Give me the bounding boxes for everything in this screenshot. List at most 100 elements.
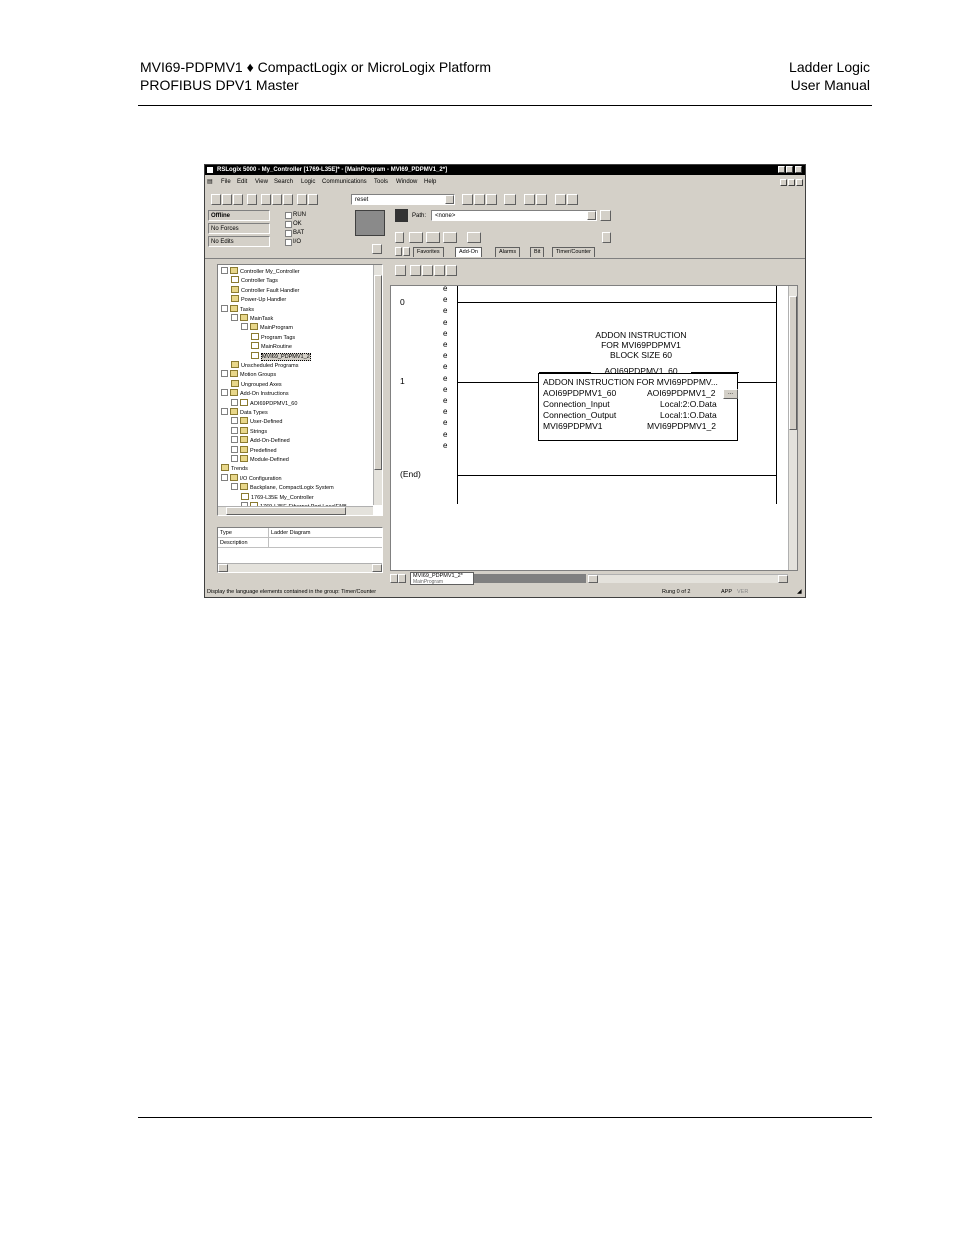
tree-hscroll[interactable] xyxy=(218,506,373,515)
tree-expander-icon[interactable] xyxy=(241,323,248,331)
zoom-in-icon[interactable] xyxy=(555,194,566,205)
tree-expander-icon[interactable] xyxy=(231,398,238,406)
branch-icon[interactable] xyxy=(426,232,440,243)
tree-hscroll-thumb[interactable] xyxy=(226,507,346,515)
menu-window[interactable]: Window xyxy=(396,178,417,186)
tab-scroll-right-icon[interactable] xyxy=(403,247,410,256)
tree-vscroll-thumb[interactable] xyxy=(374,275,382,470)
tree-item[interactable]: Controller Fault Handler xyxy=(231,285,299,295)
tree-item[interactable]: Strings xyxy=(231,426,267,436)
tree-item[interactable]: MainProgram xyxy=(241,323,293,332)
tree-item[interactable]: Add-On Instructions xyxy=(221,389,289,398)
tab-timer-counter[interactable]: Timer/Counter xyxy=(552,247,595,257)
ladder-editor[interactable]: eeeeeeeeeeeeeee 0 ADDON INSTRUCTION FOR … xyxy=(390,285,798,571)
child-restore-icon[interactable] xyxy=(788,179,795,186)
tree-item[interactable]: 1769-L35E My_Controller xyxy=(241,492,314,502)
ladder-hscroll[interactable] xyxy=(588,574,788,583)
verify-controller-icon[interactable] xyxy=(474,194,485,205)
routine-tab[interactable]: MVI69_PDPMV1_2* MainProgram xyxy=(410,572,474,585)
tree-item[interactable]: Predefined xyxy=(231,445,277,455)
tree-item[interactable]: Add-On-Defined xyxy=(231,436,290,445)
tree-item[interactable]: AOI69PDPMV1_60 xyxy=(231,398,297,408)
ladder-tool-5-icon[interactable] xyxy=(446,265,457,276)
menu-tools[interactable]: Tools xyxy=(374,178,388,186)
tree-expander-icon[interactable] xyxy=(231,455,238,462)
routine-tab-scroll-right-icon[interactable] xyxy=(398,574,406,583)
child-close-icon[interactable] xyxy=(796,179,803,186)
tree-item[interactable]: Data Types xyxy=(221,408,268,417)
props-hscroll[interactable] xyxy=(218,563,382,572)
forces-field[interactable]: No Forces xyxy=(208,223,270,234)
tree-item[interactable]: MainTask xyxy=(231,314,273,323)
toolbar-scroll-right-icon[interactable] xyxy=(602,232,611,243)
path-combo[interactable]: <none> xyxy=(431,210,597,221)
tree-expander-icon[interactable] xyxy=(231,436,238,444)
toolbar-scroll-left-icon[interactable] xyxy=(395,232,404,243)
aoi-browse-button[interactable]: ... xyxy=(723,389,738,399)
ladder-vscroll-thumb[interactable] xyxy=(789,296,797,430)
tree-item[interactable]: Motion Groups xyxy=(221,370,276,379)
search-combo-dropdown-icon[interactable] xyxy=(445,195,454,204)
tree-expander-icon[interactable] xyxy=(231,445,238,453)
ladder-vscroll[interactable] xyxy=(788,286,797,570)
tree-item[interactable]: Backplane, CompactLogix System xyxy=(231,483,334,492)
mode-field[interactable]: Offline xyxy=(208,210,270,221)
minimize-icon[interactable] xyxy=(778,166,785,173)
tree-item[interactable]: Unscheduled Programs xyxy=(231,361,298,370)
tree-item[interactable]: MainRoutine xyxy=(251,342,292,351)
verify-icon[interactable] xyxy=(462,194,473,205)
props-scroll-left-icon[interactable] xyxy=(218,564,228,572)
aoi-param-value[interactable]: Local:2:O.Data xyxy=(660,399,717,409)
browse-icon[interactable] xyxy=(536,194,547,205)
tree-expander-icon[interactable] xyxy=(231,417,238,425)
copy-icon[interactable] xyxy=(272,194,282,205)
menu-logic[interactable]: Logic xyxy=(301,178,315,186)
tree-expander-icon[interactable] xyxy=(231,314,238,321)
tree-item[interactable]: Controller Tags xyxy=(231,276,278,285)
cut-icon[interactable] xyxy=(261,194,271,205)
tree-item[interactable]: I/O Configuration xyxy=(221,473,282,483)
zoom-out-icon[interactable] xyxy=(567,194,578,205)
menu-file[interactable]: File xyxy=(221,178,231,186)
new-icon[interactable] xyxy=(211,194,221,205)
aoi-param-value[interactable]: AOI69PDPMV1_2 xyxy=(647,388,716,398)
tree-expander-icon[interactable] xyxy=(221,408,228,415)
tree-expander-icon[interactable] xyxy=(231,483,238,491)
ladder-scroll-left-icon[interactable] xyxy=(588,575,598,583)
tab-bit[interactable]: Bit xyxy=(530,247,545,257)
tree-expander-icon[interactable] xyxy=(221,304,228,312)
child-minimize-icon[interactable] xyxy=(780,179,787,186)
panel-pin-icon[interactable] xyxy=(372,244,382,254)
search-combo[interactable]: reset xyxy=(351,194,455,205)
ladder-tool-3-icon[interactable] xyxy=(422,265,433,276)
tree-item[interactable]: Controller My_Controller xyxy=(221,267,300,276)
tab-alarms[interactable]: Alarms xyxy=(495,247,521,257)
crossref-icon[interactable] xyxy=(486,194,497,205)
rung-icon[interactable] xyxy=(409,232,423,243)
tree-item[interactable]: MVI69_PDPMV1_2 xyxy=(251,351,311,361)
tree-expander-icon[interactable] xyxy=(221,473,228,481)
ladder-tool-1-icon[interactable] xyxy=(395,265,406,276)
print-icon[interactable] xyxy=(247,194,257,205)
branch-level-icon[interactable] xyxy=(443,232,457,243)
tree-expander-icon[interactable] xyxy=(221,267,228,274)
menu-edit[interactable]: Edit xyxy=(237,178,247,186)
open-icon[interactable] xyxy=(222,194,232,205)
ladder-toggle-icon[interactable] xyxy=(504,194,516,205)
menu-search[interactable]: Search xyxy=(274,178,293,186)
tab-add-on[interactable]: Add-On xyxy=(455,247,482,257)
tree-item[interactable]: Power-Up Handler xyxy=(231,295,286,304)
save-icon[interactable] xyxy=(233,194,243,205)
aoi-instruction-icon[interactable] xyxy=(467,232,481,243)
redo-icon[interactable] xyxy=(308,194,318,205)
maximize-icon[interactable] xyxy=(786,166,793,173)
tree-expander-icon[interactable] xyxy=(221,370,228,378)
tree-item[interactable]: Tasks xyxy=(221,304,254,314)
properties-icon[interactable] xyxy=(524,194,535,205)
aoi-param-value[interactable]: Local:1:O.Data xyxy=(660,410,717,420)
tree-item[interactable]: Trends xyxy=(221,464,248,473)
path-dropdown-icon[interactable] xyxy=(587,211,596,220)
tree-item[interactable]: Ungrouped Axes xyxy=(231,379,282,389)
resize-grip-icon[interactable]: ◢ xyxy=(797,587,802,597)
tree-item[interactable]: Module-Defined xyxy=(231,455,289,464)
